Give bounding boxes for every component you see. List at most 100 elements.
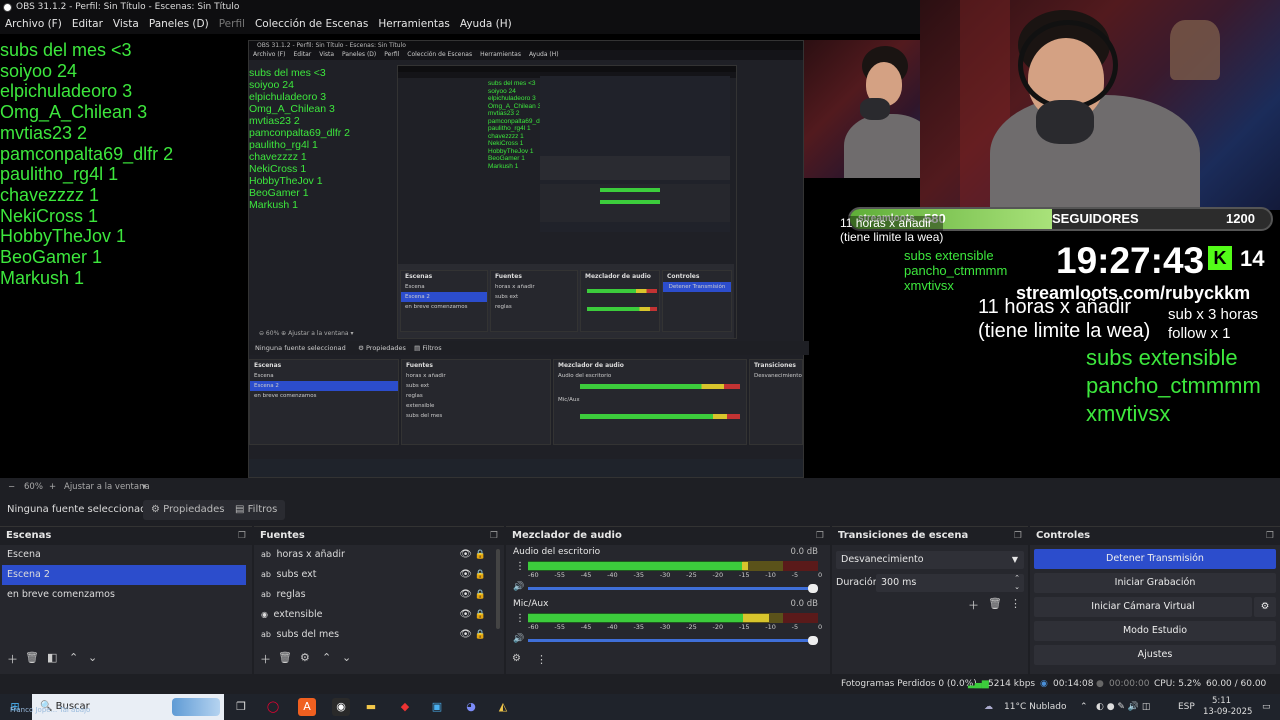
lock-icon[interactable]: 🔒 bbox=[475, 545, 486, 565]
discord-icon[interactable]: ◕ bbox=[462, 698, 480, 716]
eye-icon[interactable]: 👁 bbox=[459, 565, 472, 585]
trash-icon[interactable]: 🗑 bbox=[988, 597, 1002, 610]
lock-icon[interactable]: 🔒 bbox=[475, 605, 486, 625]
opera-icon[interactable]: ◯ bbox=[264, 698, 282, 716]
signal-icon: ▂▄▆ bbox=[968, 679, 989, 689]
undock-icon[interactable]: ❐ bbox=[816, 527, 824, 545]
undock-icon[interactable]: ❐ bbox=[490, 527, 498, 545]
more-icon[interactable]: ⋮ bbox=[1010, 597, 1021, 610]
task-view-icon[interactable]: ❐ bbox=[232, 698, 250, 716]
lock-icon[interactable]: 🔒 bbox=[475, 565, 486, 585]
notifications-icon[interactable]: ▭ bbox=[1262, 694, 1271, 720]
settings-button[interactable]: Ajustes bbox=[1034, 645, 1276, 665]
language[interactable]: ESP bbox=[1178, 694, 1195, 720]
source-item[interactable]: ab subs ext 👁 🔒 bbox=[254, 565, 504, 585]
stream-time: 00:14:08 bbox=[1053, 679, 1094, 689]
duration-input[interactable]: 300 ms ⌃ ⌄ bbox=[876, 574, 1024, 592]
more-icon[interactable]: ⋮ bbox=[536, 653, 547, 666]
move-up-icon[interactable]: ⌃ bbox=[69, 651, 78, 664]
meter-level bbox=[528, 618, 769, 622]
minecraft-icon[interactable]: ◭ bbox=[494, 698, 512, 716]
trash-icon[interactable]: 🗑 bbox=[278, 651, 292, 664]
subs-list-item: mvtias23 2 bbox=[249, 115, 300, 127]
store-icon[interactable]: ▣ bbox=[428, 698, 446, 716]
virtual-camera-button[interactable]: Iniciar Cámara Virtual bbox=[1034, 597, 1252, 617]
fit-window[interactable]: Ajustar a la ventana bbox=[64, 478, 150, 496]
menu-coleccion[interactable]: Colección de Escenas bbox=[250, 14, 373, 34]
source-item[interactable]: ab subs del mes 👁 🔒 bbox=[254, 625, 504, 645]
source-item[interactable]: ab horas x añadir 👁 🔒 bbox=[254, 545, 504, 565]
eye-icon[interactable]: 👁 bbox=[459, 585, 472, 605]
meter-ticks: -60 -55 -45 -40 -35 -30 -25 -20 -15 -10 -5 0 bbox=[528, 623, 822, 632]
window-title: OBS 31.1.2 - Perfil: Sin Título - Escena… bbox=[16, 2, 240, 12]
transition-select[interactable]: Desvanecimiento ▼ bbox=[836, 551, 1024, 569]
eye-icon[interactable]: 👁 bbox=[459, 625, 472, 645]
move-down-icon[interactable]: ⌄ bbox=[88, 651, 97, 664]
lock-icon[interactable]: 🔒 bbox=[475, 625, 486, 645]
slider-handle[interactable] bbox=[808, 584, 818, 593]
undock-icon[interactable]: ❐ bbox=[1014, 527, 1022, 545]
eye-icon[interactable]: 👁 bbox=[459, 605, 472, 625]
tray-icons[interactable]: ◐ ● ✎ 🔊 ◫ bbox=[1096, 694, 1150, 720]
start-record-button[interactable]: Iniciar Grabación bbox=[1034, 573, 1276, 593]
nested-webcam bbox=[804, 40, 920, 178]
folder-icon[interactable]: ▬ bbox=[362, 698, 380, 716]
source-item[interactable]: ab reglas 👁 🔒 bbox=[254, 585, 504, 605]
undock-icon[interactable]: ❐ bbox=[238, 527, 246, 545]
scrollbar[interactable] bbox=[496, 549, 500, 629]
nested-green-notes: subs extensible pancho_ctmmmm xmvtivsx bbox=[904, 248, 1008, 293]
scene-filters-icon[interactable]: ◧ bbox=[47, 651, 57, 664]
lock-icon[interactable]: 🔒 bbox=[475, 585, 486, 605]
trash-icon[interactable]: 🗑 bbox=[25, 651, 39, 664]
speaker-icon[interactable]: 🔊 bbox=[513, 582, 524, 592]
channel-menu-icon[interactable]: ⋮ bbox=[515, 561, 525, 572]
properties-button[interactable]: ⚙ Propiedades bbox=[143, 500, 233, 520]
menu-editar[interactable]: Editar bbox=[67, 14, 108, 34]
studio-mode-button[interactable]: Modo Estudio bbox=[1034, 621, 1276, 641]
undock-icon[interactable]: ❐ bbox=[1266, 527, 1274, 545]
gear-icon[interactable]: ⚙ bbox=[1254, 597, 1276, 617]
browser-source-icon: ◉ bbox=[261, 610, 271, 619]
zoom-level: 60% bbox=[24, 482, 43, 492]
add-icon[interactable]: ＋ bbox=[7, 651, 18, 667]
filters-button[interactable]: ▤ Filtros bbox=[227, 500, 286, 520]
zoom-out-button[interactable]: − bbox=[8, 478, 15, 496]
menu-vista[interactable]: Vista bbox=[108, 14, 144, 34]
source-item[interactable]: ◉ extensible 👁 🔒 bbox=[254, 605, 504, 625]
add-icon[interactable]: ＋ bbox=[968, 597, 979, 613]
move-down-icon[interactable]: ⌄ bbox=[342, 651, 351, 664]
status-bar: Fotogramas Perdidos 0 (0.0%) ▂▄▆ 5214 kb… bbox=[0, 674, 1280, 709]
obs-icon[interactable]: ◉ bbox=[332, 698, 350, 716]
meter-tick: -45 bbox=[580, 623, 592, 631]
subs-list: subs del mes <3 soiyoo 24 elpichuladeoro 3… bbox=[0, 40, 173, 288]
slider-handle[interactable] bbox=[808, 636, 818, 645]
subs-list-item: paulitho_rg4l 1 bbox=[0, 164, 119, 185]
fit-chevron-icon[interactable]: ▾ bbox=[142, 478, 146, 496]
gear-icon[interactable]: ⚙ bbox=[300, 651, 310, 664]
subs-list-item: mvtias23 2 bbox=[0, 122, 88, 143]
speaker-icon[interactable]: 🔊 bbox=[513, 634, 524, 644]
menu-archivo[interactable]: Archivo (F) bbox=[0, 14, 67, 34]
eye-icon[interactable]: 👁 bbox=[459, 545, 472, 565]
menu-herramientas[interactable]: Herramientas bbox=[373, 14, 455, 34]
clock-time[interactable]: 5:11 bbox=[1212, 696, 1231, 707]
zoom-in-button[interactable]: + bbox=[49, 478, 56, 496]
add-icon[interactable]: ＋ bbox=[260, 651, 271, 667]
clock-date[interactable]: 13-09-2025 bbox=[1203, 707, 1252, 718]
scene-item-selected[interactable]: Escena 2 bbox=[2, 565, 246, 585]
red-app-icon[interactable]: ◆ bbox=[396, 698, 414, 716]
mixer-settings-icon[interactable]: ⚙ bbox=[512, 653, 521, 664]
chevron-up-icon[interactable]: ⌃ bbox=[1080, 694, 1088, 720]
volume-slider[interactable] bbox=[528, 584, 818, 593]
menu-paneles[interactable]: Paneles (D) bbox=[144, 14, 214, 34]
move-up-icon[interactable]: ⌃ bbox=[322, 651, 331, 664]
stop-stream-button[interactable]: Detener Transmisión bbox=[1034, 549, 1276, 569]
scene-item[interactable]: Escena bbox=[0, 545, 252, 565]
menu-ayuda[interactable]: Ayuda (H) bbox=[455, 14, 517, 34]
channel-menu-icon[interactable]: ⋮ bbox=[515, 613, 525, 624]
volume-slider[interactable] bbox=[528, 636, 818, 645]
text-source-icon: ab bbox=[261, 630, 274, 639]
app-a-icon[interactable]: A bbox=[298, 698, 316, 716]
scene-item[interactable]: en breve comenzamos bbox=[0, 585, 252, 605]
menu-perfil[interactable]: Perfil bbox=[214, 14, 250, 34]
